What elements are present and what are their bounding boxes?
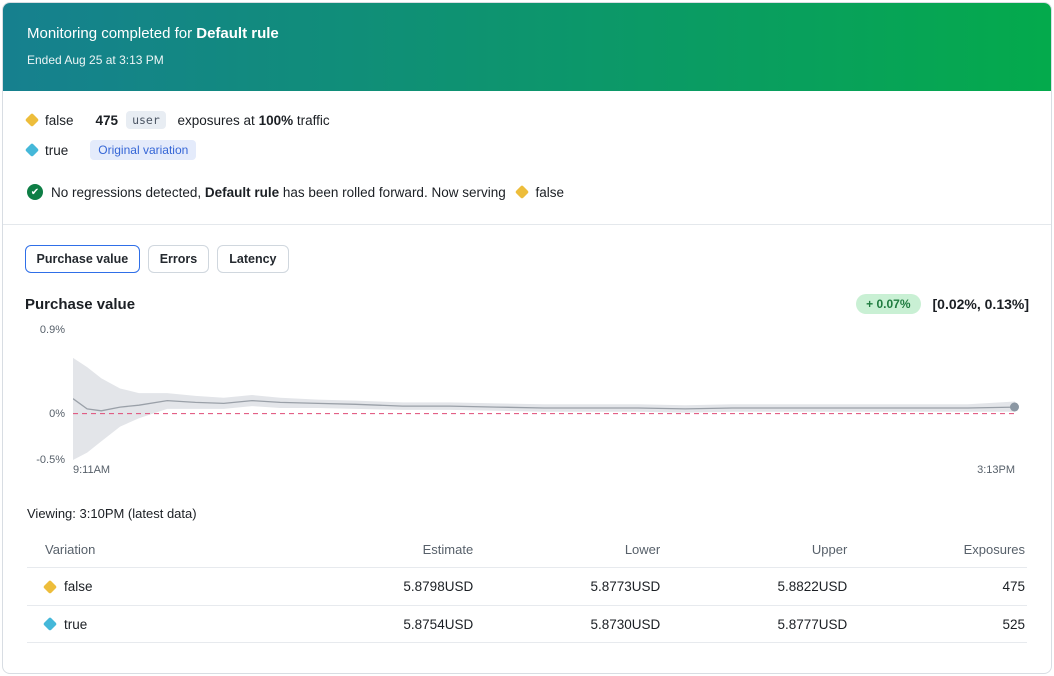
traffic-text: traffic <box>293 113 330 128</box>
metric-title: Purchase value <box>25 296 135 313</box>
row-estimate: 5.8798USD <box>288 579 475 594</box>
banner-title-prefix: Monitoring completed for <box>27 25 196 42</box>
row-variation: false <box>64 579 93 594</box>
variation-true-icon <box>25 143 39 157</box>
status-row: ✔ No regressions detected, Default rule … <box>27 184 1027 200</box>
check-icon: ✔ <box>27 184 43 200</box>
banner-title: Monitoring completed for Default rule <box>27 25 1027 42</box>
monitoring-card: Monitoring completed for Default rule En… <box>2 2 1052 674</box>
delta-badge: + 0.07% <box>856 294 920 314</box>
variation-false-label: false <box>45 113 74 128</box>
row-variation: true <box>64 617 87 632</box>
x-axis-end-label: 3:13PM <box>977 464 1015 476</box>
variation-true-label: true <box>45 143 68 158</box>
chart-svg <box>73 330 1015 460</box>
traffic-percent: 100% <box>259 113 294 128</box>
banner: Monitoring completed for Default rule En… <box>3 3 1051 91</box>
status-middle: has been rolled forward. Now serving <box>279 185 509 200</box>
banner-subtitle: Ended Aug 25 at 3:13 PM <box>27 53 1027 67</box>
exposure-count: 475 <box>96 113 119 128</box>
variation-false-icon <box>43 579 57 593</box>
metric-tabs: Purchase value Errors Latency <box>25 245 1029 273</box>
variation-true-icon <box>43 617 57 631</box>
y-tick-bottom: -0.5% <box>36 454 65 466</box>
summary-section: false 475 user exposures at 100% traffic… <box>3 91 1051 225</box>
metric-header: Purchase value + 0.07% [0.02%, 0.13%] <box>25 294 1029 314</box>
table-row: false 5.8798USD 5.8773USD 5.8822USD 475 <box>27 567 1027 605</box>
metric-chart <box>73 330 1015 460</box>
row-exposures: 475 <box>849 579 1027 594</box>
metric-section: Purchase value Errors Latency Purchase v… <box>3 225 1051 643</box>
variation-false-icon <box>25 113 39 127</box>
row-upper: 5.8822USD <box>662 579 849 594</box>
col-lower: Lower <box>475 542 662 557</box>
variation-false-row: false 475 user exposures at 100% traffic <box>27 111 1027 129</box>
serving-variation-label: false <box>535 185 564 200</box>
row-lower: 5.8773USD <box>475 579 662 594</box>
confidence-interval: [0.02%, 0.13%] <box>933 296 1030 312</box>
tab-purchase-value[interactable]: Purchase value <box>25 245 140 273</box>
exposures-text: exposures at <box>174 113 259 128</box>
y-axis: 0.9% 0% -0.5% <box>25 330 73 460</box>
col-variation: Variation <box>45 542 288 557</box>
chart-area: 0.9% 0% -0.5% <box>25 330 1029 460</box>
row-upper: 5.8777USD <box>662 617 849 632</box>
banner-title-rule: Default rule <box>196 25 279 42</box>
row-lower: 5.8730USD <box>475 617 662 632</box>
variation-true-row: true Original variation <box>27 140 1027 160</box>
confidence-band <box>73 358 1015 460</box>
x-axis: 9:11AM 3:13PM <box>73 464 1015 476</box>
unit-badge: user <box>126 111 166 129</box>
status-prefix: No regressions detected, <box>51 185 205 200</box>
tab-latency[interactable]: Latency <box>217 245 288 273</box>
viewing-label: Viewing: 3:10PM (latest data) <box>27 506 1029 521</box>
original-variation-badge: Original variation <box>90 140 196 160</box>
status-rule: Default rule <box>205 185 279 200</box>
col-upper: Upper <box>662 542 849 557</box>
latest-point-dot <box>1010 403 1019 412</box>
serving-variation-icon <box>515 185 529 199</box>
results-table: Variation Estimate Lower Upper Exposures… <box>27 531 1027 643</box>
y-tick-top: 0.9% <box>40 324 65 336</box>
y-tick-zero: 0% <box>49 408 65 420</box>
row-estimate: 5.8754USD <box>288 617 475 632</box>
tab-errors[interactable]: Errors <box>148 245 210 273</box>
row-exposures: 525 <box>849 617 1027 632</box>
col-exposures: Exposures <box>849 542 1027 557</box>
table-header-row: Variation Estimate Lower Upper Exposures <box>27 531 1027 567</box>
x-axis-start-label: 9:11AM <box>73 464 110 476</box>
table-row: true 5.8754USD 5.8730USD 5.8777USD 525 <box>27 605 1027 643</box>
col-estimate: Estimate <box>288 542 475 557</box>
